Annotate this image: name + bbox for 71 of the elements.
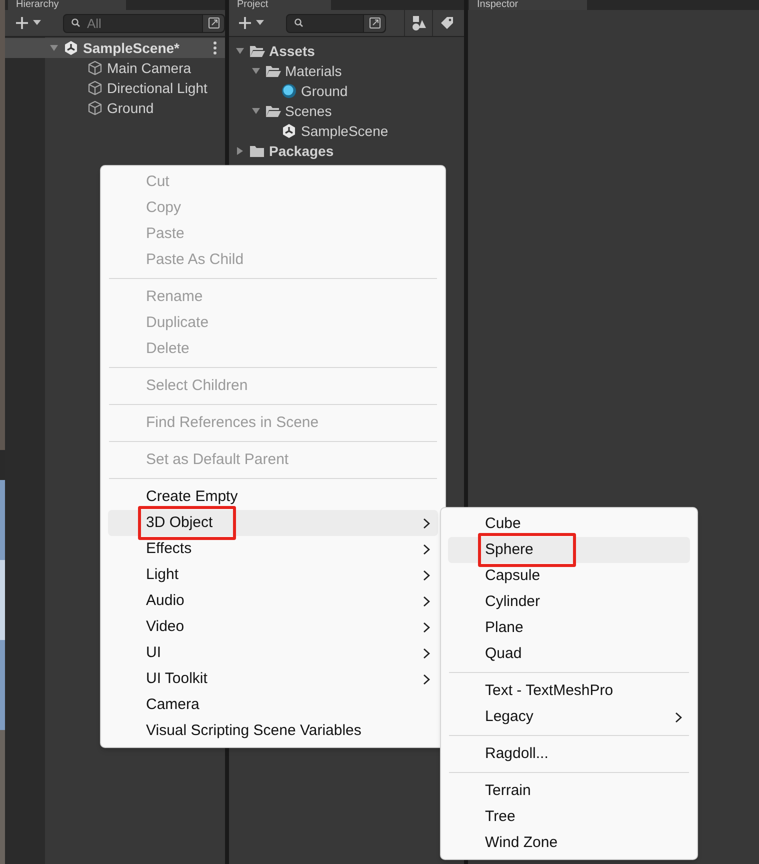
asset-label[interactable]: Ground bbox=[301, 80, 348, 102]
object-label[interactable]: Directional Light bbox=[107, 78, 208, 98]
tag-icon bbox=[440, 16, 454, 30]
search-bar[interactable]: All bbox=[63, 14, 225, 32]
expanded-triangle-icon[interactable] bbox=[49, 43, 59, 53]
chevron-right-icon bbox=[423, 544, 430, 554]
menu-item[interactable]: Camera bbox=[108, 692, 438, 718]
plus-icon bbox=[15, 16, 29, 30]
material-sphere-icon bbox=[281, 83, 297, 99]
chevron-right-icon bbox=[423, 674, 430, 684]
menu-item[interactable]: Audio bbox=[108, 588, 438, 614]
collapsed-triangle-icon[interactable] bbox=[235, 146, 245, 156]
asset-label[interactable]: Assets bbox=[269, 40, 315, 62]
scene-icon bbox=[63, 40, 79, 56]
search-options-button[interactable] bbox=[202, 14, 224, 32]
folder-icon bbox=[265, 64, 281, 78]
chevron-right-icon bbox=[423, 622, 430, 632]
chevron-right-icon bbox=[675, 712, 682, 722]
asset-label[interactable]: Scenes bbox=[285, 100, 332, 122]
folder-icon bbox=[249, 44, 265, 58]
menu-item[interactable]: Text - TextMeshPro bbox=[448, 678, 690, 704]
search-options-button[interactable] bbox=[363, 14, 385, 32]
menu-item[interactable]: Sphere bbox=[448, 537, 690, 563]
folder-icon bbox=[249, 144, 265, 158]
object-label[interactable]: Ground bbox=[107, 98, 154, 118]
cube-icon bbox=[87, 80, 103, 96]
expanded-triangle-icon[interactable] bbox=[235, 46, 245, 56]
chevron-right-icon bbox=[423, 518, 430, 528]
chevron-right-icon bbox=[423, 596, 430, 606]
menu-item[interactable]: Create Empty bbox=[108, 484, 438, 510]
cube-icon bbox=[87, 100, 103, 116]
asset-label[interactable]: Materials bbox=[285, 60, 342, 82]
menu-item[interactable]: UI bbox=[108, 640, 438, 666]
chevron-right-icon bbox=[423, 648, 430, 658]
menu-item[interactable]: 3D Object bbox=[108, 510, 438, 536]
scene-icon bbox=[281, 123, 297, 139]
menu-item[interactable]: Capsule bbox=[448, 563, 690, 589]
plus-icon bbox=[238, 16, 252, 30]
menu-item[interactable]: Effects bbox=[108, 536, 438, 562]
asset-label[interactable]: SampleScene bbox=[301, 120, 388, 142]
menu-item[interactable]: Video bbox=[108, 614, 438, 640]
menu-item[interactable]: Light bbox=[108, 562, 438, 588]
asset-label[interactable]: Packages bbox=[269, 140, 334, 162]
menu-item[interactable]: Plane bbox=[448, 615, 690, 641]
menu-item[interactable]: Visual Scripting Scene Variables bbox=[108, 718, 438, 744]
menu-item[interactable]: Cylinder bbox=[448, 589, 690, 615]
panel-tab[interactable]: Hierarchy bbox=[8, 0, 126, 10]
menu-item[interactable]: Cube bbox=[448, 511, 690, 537]
expanded-triangle-icon[interactable] bbox=[251, 106, 261, 116]
cube-icon bbox=[87, 60, 103, 76]
search-bar[interactable] bbox=[286, 14, 386, 32]
expanded-triangle-icon[interactable] bbox=[251, 66, 261, 76]
panel-tab[interactable]: Project bbox=[229, 0, 331, 10]
menu-item[interactable]: UI Toolkit bbox=[108, 666, 438, 692]
menu-item[interactable]: Ragdoll... bbox=[448, 741, 690, 767]
object-label[interactable]: Main Camera bbox=[107, 58, 192, 78]
chevron-right-icon bbox=[423, 570, 430, 580]
menu-item[interactable]: Tree bbox=[448, 804, 690, 830]
shapes-icon bbox=[410, 15, 426, 31]
panel-tab[interactable]: Inspector bbox=[469, 0, 587, 10]
caret-icon bbox=[33, 20, 41, 26]
scene-row[interactable]: SampleScene* bbox=[5, 38, 225, 58]
popout-icon bbox=[208, 17, 220, 29]
menu-item[interactable]: Quad bbox=[448, 641, 690, 667]
menu-item[interactable]: Legacy bbox=[448, 704, 690, 730]
folder-icon bbox=[265, 104, 281, 118]
more-icon[interactable] bbox=[213, 41, 217, 55]
caret-icon bbox=[256, 20, 264, 26]
menu-item[interactable]: Wind Zone bbox=[448, 830, 690, 856]
menu-item[interactable]: Terrain bbox=[448, 778, 690, 804]
popout-icon bbox=[368, 17, 380, 29]
